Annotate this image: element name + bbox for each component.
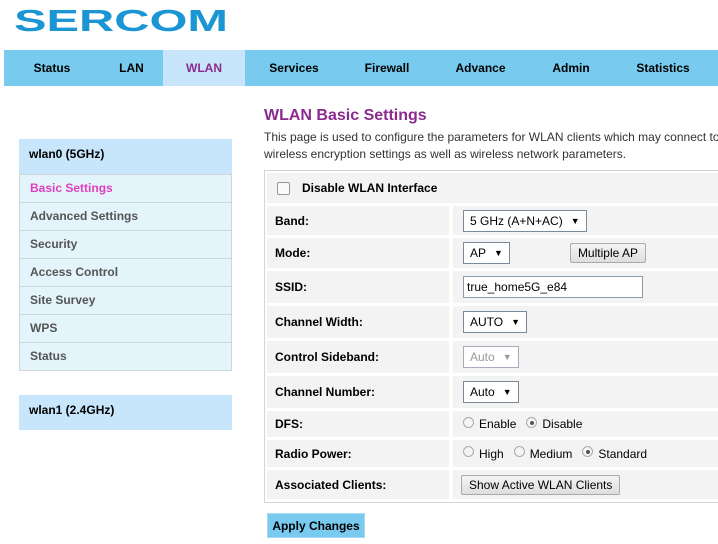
multiple-ap-button[interactable]: Multiple AP (569, 243, 646, 263)
band-select[interactable]: 5 GHz (A+N+AC) ▼ (463, 209, 587, 232)
power-high-label: High (479, 446, 504, 461)
channel-width-value: AUTO (470, 315, 504, 329)
settings-table: Disable WLAN Interface Band: 5 GHz (A+N+A… (264, 170, 718, 503)
sidebar-item-status[interactable]: Status (20, 342, 231, 370)
nav-lan[interactable]: LAN (100, 50, 163, 86)
mode-label: Mode: (267, 238, 449, 268)
dfs-enable-label: Enable (479, 417, 517, 431)
channel-number-label: Channel Number: (267, 376, 449, 408)
desc-line-2: wireless encryption settings as well as … (264, 147, 627, 161)
sidebar-item-site-survey[interactable]: Site Survey (20, 286, 231, 314)
sidebar-item-advanced-settings[interactable]: Advanced Settings (20, 202, 231, 230)
disable-wlan-label: Disable WLAN Interface (302, 181, 438, 195)
sidebar-wlan0: wlan0 (5GHz) Basic Settings Advanced Set… (19, 139, 232, 371)
sidebar-item-access-control[interactable]: Access Control (20, 258, 231, 286)
dfs-enable-radio[interactable]: Enable (463, 416, 517, 431)
dfs-disable-radio[interactable]: Disable (526, 416, 583, 431)
channel-width-select[interactable]: AUTO ▼ (463, 311, 528, 333)
nav-wlan[interactable]: WLAN (163, 50, 245, 86)
nav-status[interactable]: Status (4, 50, 100, 86)
band-label: Band: (267, 206, 449, 235)
dropdown-arrow-icon: ▼ (494, 248, 503, 258)
power-high-radio[interactable]: High (463, 446, 504, 461)
radio-selected-icon (582, 446, 594, 457)
page-description: This page is used to configure the param… (264, 129, 718, 163)
sercom-logo: SERCOM (14, 4, 230, 39)
page-title: WLAN Basic Settings (264, 107, 427, 124)
channel-number-select[interactable]: Auto ▼ (463, 381, 519, 403)
dropdown-arrow-icon: ▼ (502, 352, 512, 362)
sidebar-item-security[interactable]: Security (20, 230, 231, 258)
mode-select[interactable]: AP ▼ (463, 242, 510, 264)
control-sideband-value: Auto (470, 350, 495, 364)
radio-selected-icon (526, 416, 538, 428)
sidebar-wlan1-header[interactable]: wlan1 (2.4GHz) (19, 395, 232, 430)
channel-width-label: Channel Width: (267, 306, 449, 338)
control-sideband-select: Auto ▼ (463, 346, 519, 368)
disable-wlan-checkbox[interactable] (277, 181, 290, 195)
nav-services[interactable]: Services (245, 50, 343, 86)
sidebar-item-basic-settings[interactable]: Basic Settings (20, 174, 231, 202)
mode-value: AP (470, 246, 487, 260)
sidebar-wlan0-header[interactable]: wlan0 (5GHz) (19, 139, 232, 174)
band-value: 5 GHz (A+N+AC) (470, 213, 563, 228)
power-standard-radio[interactable]: Standard (582, 446, 648, 461)
power-medium-label: Medium (529, 446, 573, 461)
dropdown-arrow-icon: ▼ (502, 387, 512, 397)
dropdown-arrow-icon: ▼ (570, 215, 580, 226)
associated-clients-label: Associated Clients: (267, 470, 449, 499)
radio-icon (463, 416, 474, 428)
control-sideband-label: Control Sideband: (267, 341, 449, 373)
radio-icon (463, 446, 474, 457)
desc-line-1: This page is used to configure the param… (264, 130, 718, 144)
svg-text:SERCOM: SERCOM (14, 5, 228, 34)
show-active-clients-button[interactable]: Show Active WLAN Clients (461, 474, 621, 495)
ssid-label: SSID: (267, 271, 449, 303)
nav-admin[interactable]: Admin (530, 50, 612, 86)
dfs-label: DFS: (267, 411, 449, 437)
channel-number-value: Auto (470, 385, 495, 399)
nav-advance[interactable]: Advance (431, 50, 530, 86)
radio-power-label: Radio Power: (267, 440, 449, 467)
top-nav: Status LAN WLAN Services Firewall Advanc… (4, 50, 718, 86)
nav-firewall[interactable]: Firewall (343, 50, 431, 86)
dropdown-arrow-icon: ▼ (511, 317, 521, 327)
power-standard-label: Standard (598, 446, 648, 461)
power-medium-radio[interactable]: Medium (513, 446, 573, 461)
dfs-disable-label: Disable (542, 417, 583, 431)
apply-changes-button[interactable]: Apply Changes (267, 513, 365, 538)
nav-statistics[interactable]: Statistics (612, 50, 714, 86)
sidebar-item-wps[interactable]: WPS (20, 314, 231, 342)
radio-icon (513, 446, 525, 457)
ssid-input[interactable]: true_home5G_e84 (463, 276, 643, 298)
